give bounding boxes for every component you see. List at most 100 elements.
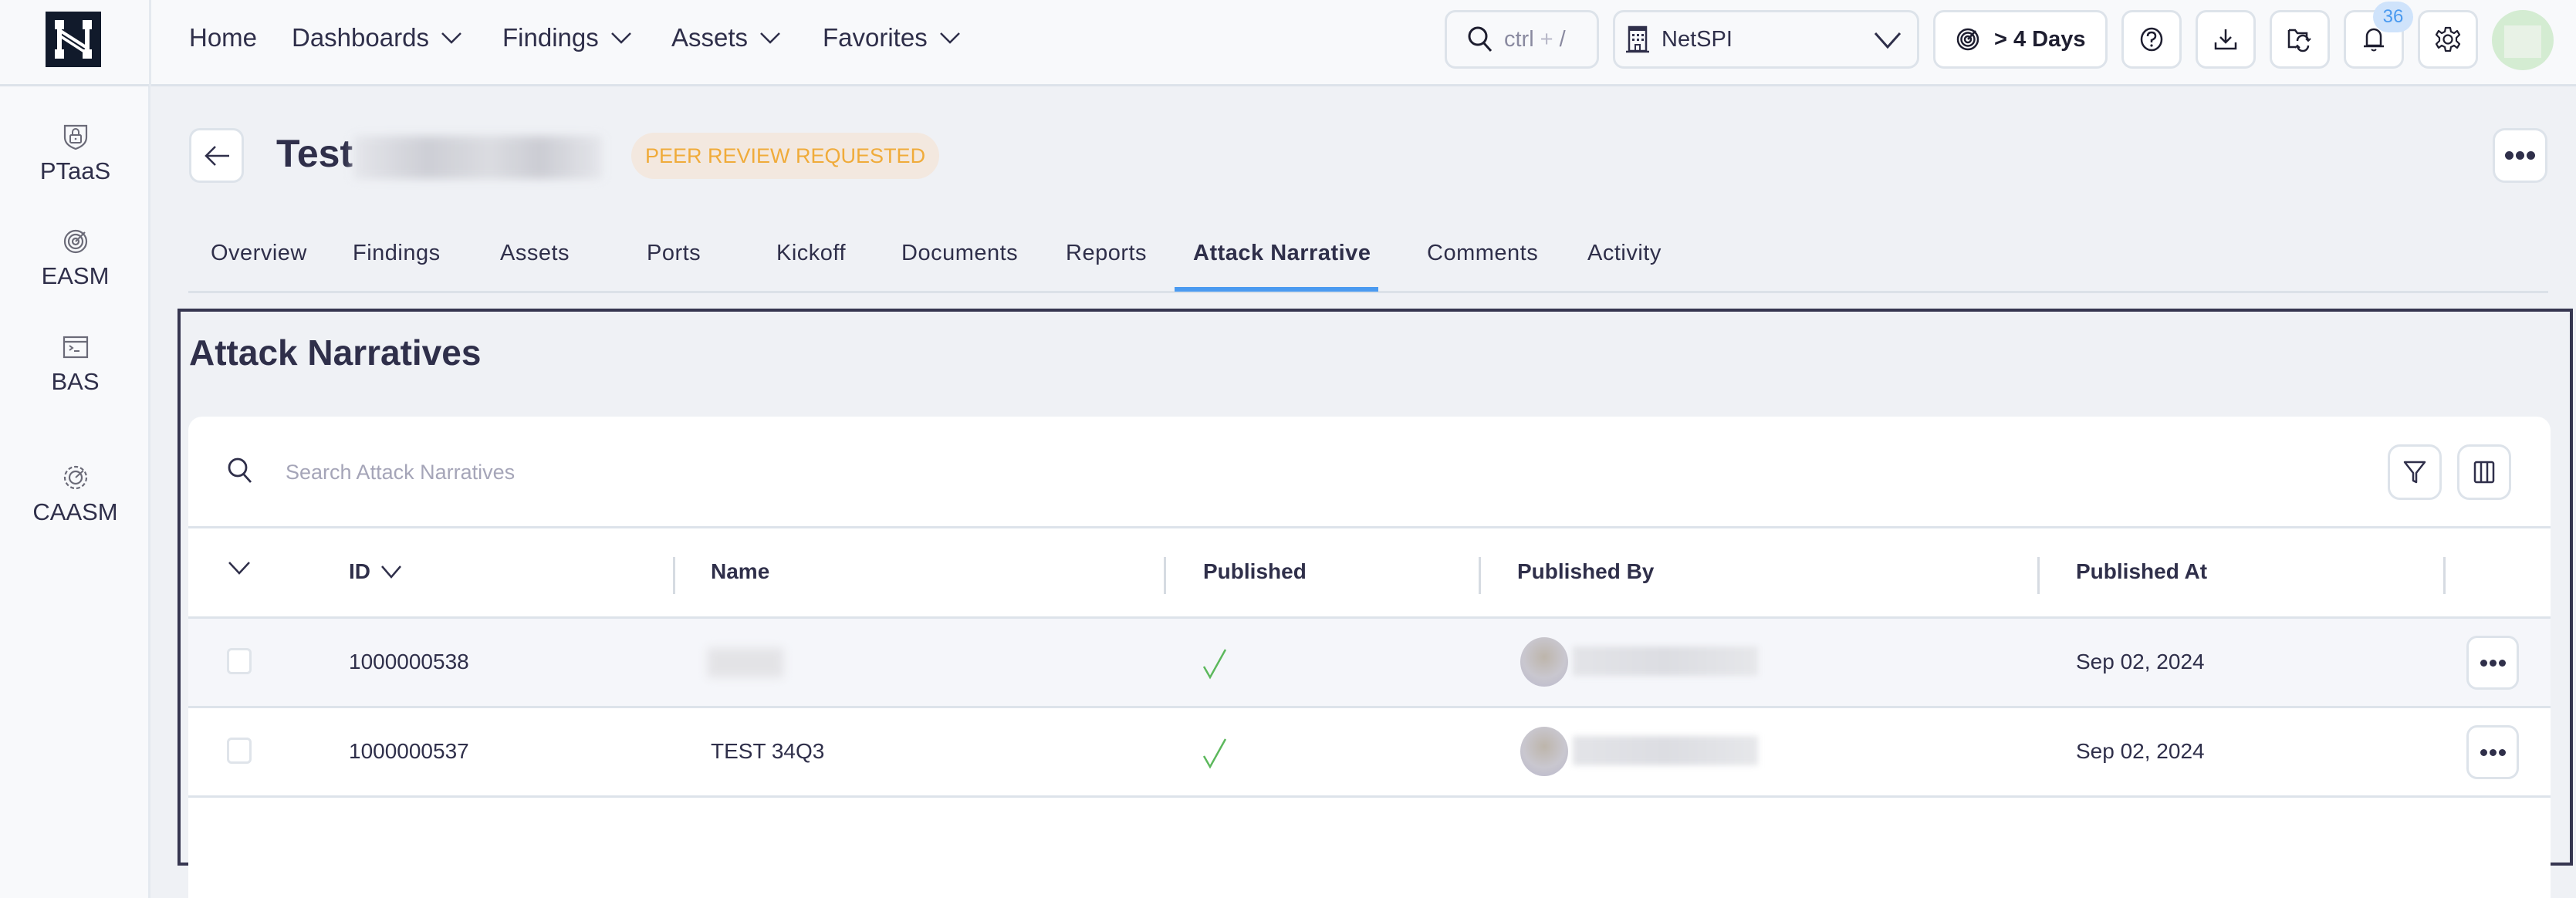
tab-reports[interactable]: Reports: [1066, 241, 1147, 266]
page-more-actions-button[interactable]: [2493, 128, 2547, 183]
download-icon: [2214, 29, 2237, 50]
columns-icon: [2473, 461, 2495, 484]
redacted-title-text: [353, 136, 602, 179]
nav-dashboards[interactable]: Dashboards: [292, 23, 463, 52]
search-icon: [227, 457, 253, 488]
folder-sync-button[interactable]: [2270, 10, 2330, 69]
sidebar-item-label: EASM: [41, 262, 110, 289]
published-check-icon: [1202, 649, 1227, 680]
global-search-button[interactable]: ctrl + /: [1445, 10, 1599, 69]
attack-narratives-search-input[interactable]: [286, 451, 1212, 494]
building-icon: [1626, 25, 1649, 53]
more-horizontal-icon: [2480, 748, 2506, 756]
redacted-name: [708, 648, 783, 677]
user-avatar-image: [2504, 25, 2541, 58]
logo-n-icon: [55, 20, 92, 59]
user-avatar[interactable]: [2492, 10, 2554, 70]
sidebar-item-caasm[interactable]: CAASM: [0, 464, 150, 526]
active-tab-indicator: [1175, 287, 1378, 292]
redacted-publisher-name: [1573, 646, 1758, 676]
tab-kickoff[interactable]: Kickoff: [776, 241, 846, 266]
publisher-avatar: [1520, 727, 1568, 776]
nav-home[interactable]: Home: [189, 23, 257, 52]
settings-button[interactable]: [2418, 10, 2478, 69]
help-icon: [2140, 27, 2163, 52]
sidebar-item-ptaas[interactable]: PTaaS: [0, 123, 150, 185]
gear-icon: [2435, 26, 2461, 52]
sidebar-item-easm[interactable]: EASM: [0, 228, 150, 290]
column-resize-handle[interactable]: [2037, 557, 2040, 594]
dashed-target-icon: [63, 465, 87, 490]
chevron-down-icon: [760, 32, 780, 44]
cell-published-at: Sep 02, 2024: [2076, 739, 2205, 763]
chevron-down-icon: [939, 32, 960, 44]
row-actions-button[interactable]: [2466, 636, 2519, 690]
page-title: Test: [276, 132, 353, 175]
nav-assets[interactable]: Assets: [671, 23, 782, 52]
days-remaining-button[interactable]: > 4 Days: [1933, 10, 2108, 69]
published-check-icon: [1202, 738, 1227, 769]
notification-count-badge: 36: [2373, 2, 2413, 32]
target-icon: [1956, 28, 1979, 51]
column-header-published[interactable]: Published: [1203, 559, 1307, 584]
chevron-down-icon: [228, 562, 250, 575]
row-checkbox[interactable]: [227, 648, 252, 674]
shield-lock-icon: [63, 124, 87, 150]
tab-activity[interactable]: Activity: [1587, 241, 1662, 266]
column-header-published-at[interactable]: Published At: [2076, 559, 2207, 584]
search-toolbar: [188, 417, 2551, 528]
netspi-logo[interactable]: [46, 12, 101, 67]
tab-overview[interactable]: Overview: [211, 241, 307, 266]
column-header-name[interactable]: Name: [711, 559, 769, 584]
chevron-down-icon: [610, 32, 631, 44]
attack-narratives-card: ID Name Published Published By Published…: [188, 417, 2551, 898]
tab-ports[interactable]: Ports: [647, 241, 701, 266]
table-row[interactable]: 1000000538 Sep 02, 2024: [188, 619, 2551, 708]
nav-findings[interactable]: Findings: [502, 23, 633, 52]
column-resize-handle[interactable]: [1479, 557, 1481, 594]
filter-button[interactable]: [2388, 444, 2442, 500]
target-icon: [63, 229, 87, 254]
sidebar-item-label: PTaaS: [39, 157, 111, 184]
terminal-icon: [63, 336, 88, 359]
sidebar-item-label: CAASM: [32, 498, 118, 525]
status-badge: PEER REVIEW REQUESTED: [631, 133, 940, 179]
column-header-published-by[interactable]: Published By: [1517, 559, 1654, 584]
column-resize-handle[interactable]: [673, 557, 675, 594]
cell-name: TEST 34Q3: [711, 739, 825, 763]
tab-assets[interactable]: Assets: [500, 241, 570, 266]
folder-sync-icon: [2287, 29, 2311, 52]
row-actions-button[interactable]: [2466, 725, 2519, 779]
table-header: ID Name Published Published By Published…: [188, 528, 2551, 619]
columns-button[interactable]: [2457, 444, 2511, 500]
sidebar-item-bas[interactable]: BAS: [0, 334, 150, 396]
help-button[interactable]: [2121, 10, 2182, 69]
tab-findings[interactable]: Findings: [353, 241, 441, 266]
back-button[interactable]: [189, 128, 244, 183]
nav-favorites[interactable]: Favorites: [823, 23, 962, 52]
shortcut-key: ctrl: [1504, 26, 1534, 52]
more-horizontal-icon: [2505, 151, 2535, 160]
shortcut-plus: +: [1540, 26, 1553, 52]
download-button[interactable]: [2196, 10, 2256, 69]
publisher-avatar: [1520, 637, 1568, 687]
tab-documents[interactable]: Documents: [901, 241, 1018, 266]
sidebar-divider: [149, 0, 151, 86]
sidebar-item-label: BAS: [51, 368, 100, 395]
cell-id: 1000000538: [349, 650, 469, 674]
tab-comments[interactable]: Comments: [1427, 241, 1538, 266]
table-row[interactable]: 1000000537 TEST 34Q3 Sep 02, 2024: [188, 708, 2551, 798]
shortcut-slash: /: [1559, 26, 1566, 52]
organization-select[interactable]: NetSPI: [1613, 10, 1919, 69]
cell-published-at: Sep 02, 2024: [2076, 650, 2205, 674]
column-resize-handle[interactable]: [1164, 557, 1166, 594]
column-header-id[interactable]: ID: [349, 559, 403, 584]
tab-attack-narrative[interactable]: Attack Narrative: [1193, 241, 1371, 266]
arrow-left-icon: [204, 145, 229, 166]
product-sidebar: PTaaS EASM BAS CAASM: [0, 86, 150, 898]
redacted-publisher-name: [1573, 736, 1758, 765]
days-remaining-label: > 4 Days: [1994, 26, 2086, 52]
expand-all-toggle[interactable]: [227, 559, 252, 576]
row-checkbox[interactable]: [227, 738, 252, 764]
column-resize-handle[interactable]: [2443, 557, 2446, 594]
